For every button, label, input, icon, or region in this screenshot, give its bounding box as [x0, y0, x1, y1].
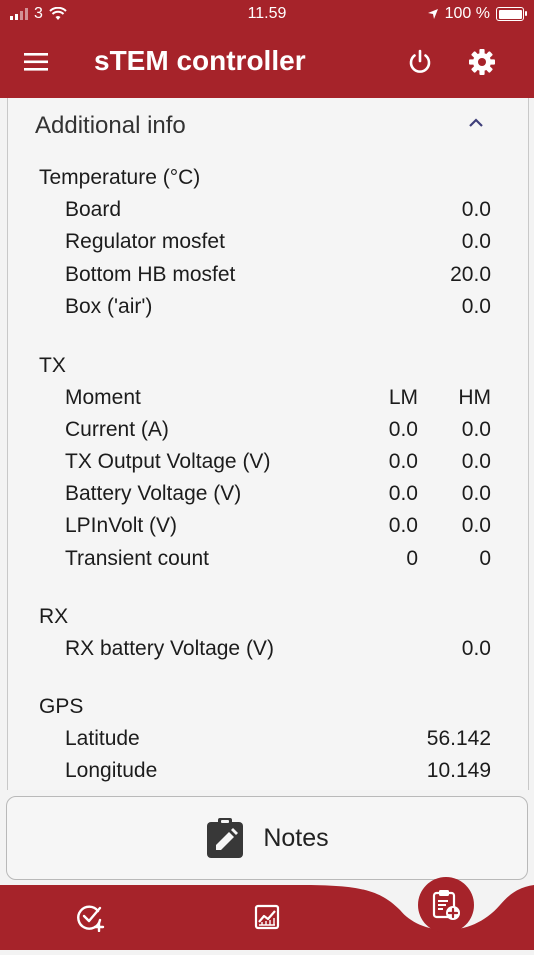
temp-box-label: Box ('air') [65, 295, 153, 318]
tx-current-label: Current (A) [65, 418, 169, 441]
chart-icon [254, 904, 280, 930]
gps-latitude-value: 56.142 [426, 727, 491, 750]
collapse-button[interactable] [466, 116, 486, 135]
location-arrow-icon [427, 9, 438, 19]
nav-chart-button[interactable] [250, 900, 284, 934]
tx-output-voltage-lm: 0.0 [388, 450, 418, 473]
app-title: sTEM controller [94, 45, 306, 76]
rx-battery-value: 0.0 [461, 637, 491, 660]
clipboard-add-icon [432, 890, 460, 920]
rx-battery-label: RX battery Voltage (V) [65, 637, 274, 660]
tx-output-voltage-label: TX Output Voltage (V) [65, 450, 271, 473]
additional-info-panel[interactable]: Additional info Temperature (°C) Board 0… [7, 98, 529, 790]
gps-longitude-value: 10.149 [426, 759, 491, 782]
temp-board-value: 0.0 [461, 198, 491, 221]
rx-section-title: RX [39, 605, 69, 628]
power-button[interactable] [400, 42, 440, 82]
tx-output-voltage-hm: 0.0 [461, 450, 491, 473]
tx-lpinvolt-hm: 0.0 [461, 514, 491, 537]
tx-lpinvolt-label: LPInVolt (V) [65, 514, 178, 537]
temp-regulator-label: Regulator mosfet [65, 230, 225, 253]
menu-button[interactable] [16, 42, 56, 82]
tx-current-hm: 0.0 [461, 418, 491, 441]
hamburger-icon [24, 53, 48, 71]
gps-section-title: GPS [39, 695, 84, 718]
chevron-up-icon [469, 118, 483, 127]
nav-check-add-button[interactable] [74, 900, 108, 934]
status-bar: 3 11.59 100 % [0, 0, 534, 30]
tx-transient-lm: 0 [406, 547, 418, 570]
temp-bottom-hb-value: 20.0 [450, 263, 491, 286]
power-icon [409, 49, 431, 73]
battery-icon [496, 7, 527, 21]
app-bar: 3 11.59 100 % sTEM controller [0, 0, 534, 98]
tx-battery-voltage-hm: 0.0 [461, 482, 491, 505]
battery-percent: 100 % [444, 5, 490, 22]
tx-lpinvolt-lm: 0.0 [388, 514, 418, 537]
gps-latitude-label: Latitude [65, 727, 140, 750]
check-add-icon [77, 905, 105, 932]
tx-header-hm: HM [458, 386, 491, 409]
temp-board-label: Board [65, 198, 122, 221]
notes-button[interactable]: Notes [6, 796, 528, 880]
temp-bottom-hb-label: Bottom HB mosfet [65, 263, 236, 286]
gps-longitude-label: Longitude [65, 759, 158, 782]
panel-header[interactable]: Additional info [35, 112, 186, 140]
tx-current-lm: 0.0 [388, 418, 418, 441]
tx-transient-label: Transient count [65, 547, 209, 570]
tx-battery-voltage-label: Battery Voltage (V) [65, 482, 242, 505]
clipboard-edit-icon [207, 818, 244, 858]
tx-section-title: TX [39, 354, 66, 377]
temperature-section-title: Temperature (°C) [39, 166, 201, 189]
temp-box-value: 0.0 [461, 295, 491, 318]
tx-header-label: Moment [65, 386, 141, 409]
temp-regulator-value: 0.0 [461, 230, 491, 253]
settings-button[interactable] [462, 42, 502, 82]
gear-icon [469, 49, 495, 75]
tx-battery-voltage-lm: 0.0 [388, 482, 418, 505]
notes-label: Notes [263, 823, 329, 852]
nav-clipboard-add-button[interactable] [418, 877, 474, 933]
tx-transient-hm: 0 [479, 547, 491, 570]
tx-header-lm: LM [388, 386, 418, 409]
